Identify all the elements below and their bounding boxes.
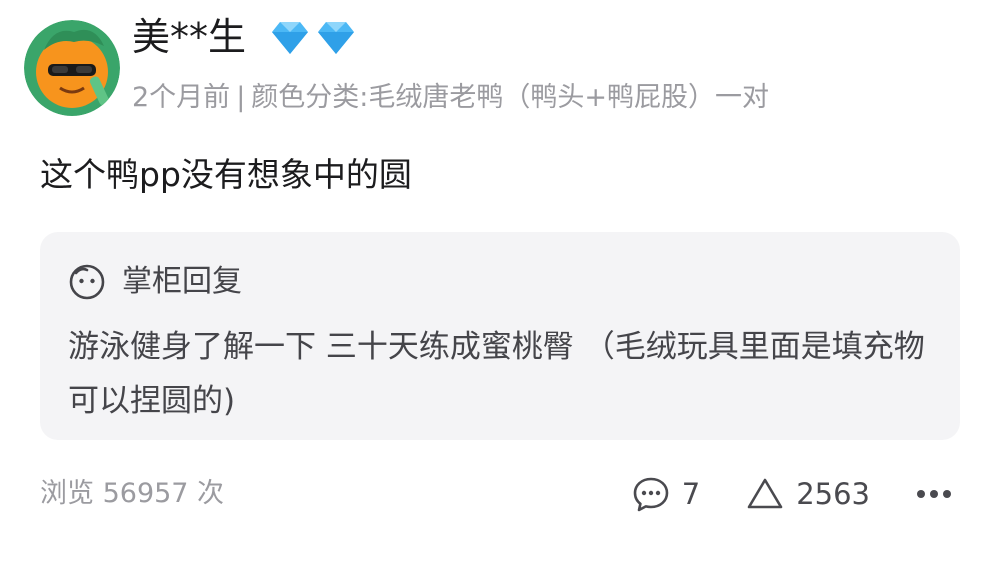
diamond-icon xyxy=(318,22,354,54)
like-triangle-icon xyxy=(747,478,783,509)
reply-text: 游泳健身了解一下 三十天练成蜜桃臀 （毛绒玩具里面是填充物 可以捏圆的) xyxy=(68,329,925,419)
action-bar: 7 2563 xyxy=(632,468,952,520)
like-button[interactable]: 2563 xyxy=(746,472,870,516)
review-item: 美**生 2个月前 | 颜色分类:毛绒唐老鸭（鸭头+鸭屁股）一对 这个鸭pp没有想象… xyxy=(0,0,1000,580)
comment-count: 7 xyxy=(681,477,701,511)
reply-label: 掌柜回复 xyxy=(122,264,242,299)
user-avatar[interactable] xyxy=(24,20,120,116)
review-text: 这个鸭pp没有想象中的圆 xyxy=(40,155,412,194)
product-variant: 颜色分类:毛绒唐老鸭（鸭头+鸭屁股）一对 xyxy=(251,82,770,113)
review-meta: 2个月前 | 颜色分类:毛绒唐老鸭（鸭头+鸭屁股）一对 xyxy=(132,78,769,118)
comment-button[interactable]: 7 xyxy=(632,472,700,516)
more-button[interactable] xyxy=(916,488,952,500)
comment-icon xyxy=(633,477,669,512)
view-count: 浏览 56957 次 xyxy=(40,478,225,509)
shopkeeper-face-icon xyxy=(69,264,105,300)
username[interactable]: 美**生 xyxy=(132,12,246,62)
member-badge xyxy=(268,18,358,58)
review-time: 2个月前 xyxy=(132,82,231,113)
like-count: 2563 xyxy=(796,477,870,511)
meta-separator: | xyxy=(236,82,246,113)
diamond-icon xyxy=(272,22,308,54)
reply-header: 掌柜回复 xyxy=(68,260,242,304)
avatar-image xyxy=(24,20,120,116)
more-dots-icon xyxy=(917,490,951,498)
shopkeeper-reply: 掌柜回复 游泳健身了解一下 三十天练成蜜桃臀 （毛绒玩具里面是填充物 可以捏圆的… xyxy=(40,232,960,440)
